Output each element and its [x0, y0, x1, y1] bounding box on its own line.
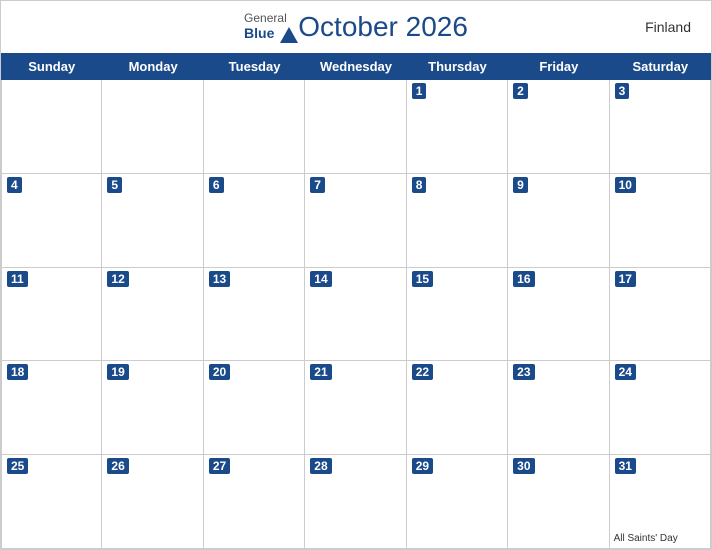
day-number: 25 [7, 458, 28, 474]
day-number: 9 [513, 177, 528, 193]
day-number: 10 [615, 177, 636, 193]
day-cell: 12 [102, 268, 203, 362]
day-cell: 8 [407, 174, 508, 268]
logo: General Blue [244, 11, 298, 42]
day-cell: 1 [407, 80, 508, 174]
day-number: 2 [513, 83, 528, 99]
day-cell: 15 [407, 268, 508, 362]
calendar-title: October 2026 [298, 11, 468, 43]
day-number: 7 [310, 177, 325, 193]
day-number: 5 [107, 177, 122, 193]
day-number: 4 [7, 177, 22, 193]
day-number: 31 [615, 458, 636, 474]
day-number: 30 [513, 458, 534, 474]
day-number: 29 [412, 458, 433, 474]
day-number: 21 [310, 364, 331, 380]
day-number: 22 [412, 364, 433, 380]
day-cell: 16 [508, 268, 609, 362]
day-friday: Friday [508, 53, 609, 80]
day-cell: 7 [305, 174, 406, 268]
day-cell: 14 [305, 268, 406, 362]
day-number: 6 [209, 177, 224, 193]
day-number: 3 [615, 83, 630, 99]
day-cell: 4 [1, 174, 102, 268]
day-cell: 29 [407, 455, 508, 549]
day-number: 1 [412, 83, 427, 99]
day-number: 27 [209, 458, 230, 474]
day-cell: 10 [610, 174, 711, 268]
day-cell: 27 [204, 455, 305, 549]
day-number: 12 [107, 271, 128, 287]
day-cell: 31 All Saints' Day [610, 455, 711, 549]
country-label: Finland [645, 19, 691, 35]
day-number: 28 [310, 458, 331, 474]
day-number: 8 [412, 177, 427, 193]
day-number: 11 [7, 271, 28, 287]
day-cell: 5 [102, 174, 203, 268]
day-cell: 6 [204, 174, 305, 268]
day-cell: 19 [102, 361, 203, 455]
day-number: 23 [513, 364, 534, 380]
day-number: 13 [209, 271, 230, 287]
day-number: 20 [209, 364, 230, 380]
day-cell: 13 [204, 268, 305, 362]
day-saturday: Saturday [610, 53, 711, 80]
day-monday: Monday [102, 53, 203, 80]
day-number: 17 [615, 271, 636, 287]
calendar-grid: 1234567891011121314151617181920212223242… [1, 80, 711, 549]
day-cell: 9 [508, 174, 609, 268]
day-cell: 24 [610, 361, 711, 455]
day-number: 16 [513, 271, 534, 287]
day-cell: 25 [1, 455, 102, 549]
logo-texts: General Blue [244, 11, 298, 42]
day-cell: 20 [204, 361, 305, 455]
day-number: 24 [615, 364, 636, 380]
empty-cell [102, 80, 203, 174]
day-cell: 18 [1, 361, 102, 455]
logo-blue: Blue [244, 25, 298, 42]
day-cell: 22 [407, 361, 508, 455]
day-cell: 28 [305, 455, 406, 549]
calendar-header: General Blue October 2026 Finland [1, 1, 711, 53]
day-cell: 17 [610, 268, 711, 362]
empty-cell [204, 80, 305, 174]
day-number: 15 [412, 271, 433, 287]
day-cell: 11 [1, 268, 102, 362]
empty-cell [1, 80, 102, 174]
day-number: 14 [310, 271, 331, 287]
day-cell: 3 [610, 80, 711, 174]
day-number: 26 [107, 458, 128, 474]
day-cell: 26 [102, 455, 203, 549]
day-cell: 2 [508, 80, 609, 174]
day-cell: 21 [305, 361, 406, 455]
calendar-container: General Blue October 2026 Finland Sunday… [0, 0, 712, 550]
day-thursday: Thursday [407, 53, 508, 80]
days-header: Sunday Monday Tuesday Wednesday Thursday… [1, 53, 711, 80]
logo-general: General [244, 11, 298, 25]
day-wednesday: Wednesday [305, 53, 406, 80]
day-cell: 30 [508, 455, 609, 549]
logo-icon [280, 27, 298, 43]
day-tuesday: Tuesday [204, 53, 305, 80]
day-cell: 23 [508, 361, 609, 455]
day-sunday: Sunday [1, 53, 102, 80]
day-event: All Saints' Day [614, 533, 706, 544]
day-number: 18 [7, 364, 28, 380]
day-number: 19 [107, 364, 128, 380]
empty-cell [305, 80, 406, 174]
